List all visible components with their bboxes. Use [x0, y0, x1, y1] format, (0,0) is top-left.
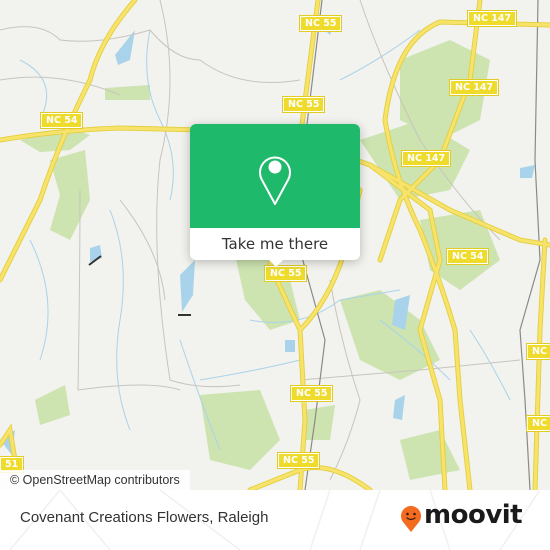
road-shield: NC 54 — [445, 248, 490, 265]
road-shield: NC 55 — [276, 452, 321, 469]
popup-pointer — [267, 258, 285, 267]
road-shield: NC — [526, 415, 550, 432]
moovit-wordmark: moovit — [424, 500, 523, 530]
road-shield: NC 147 — [466, 10, 518, 27]
location-popup[interactable]: Take me there — [190, 124, 360, 267]
map-view[interactable]: NC 55 NC 55 NC 54 NC 147 NC 147 NC 147 N… — [0, 0, 550, 490]
road-shield: NC 147 — [448, 79, 500, 96]
popup-header — [190, 124, 360, 228]
road-shield: NC 54 — [39, 112, 84, 129]
moovit-pin-icon — [401, 506, 421, 532]
take-me-there-button[interactable]: Take me there — [190, 228, 360, 260]
place-title: Covenant Creations Flowers, Raleigh — [20, 509, 269, 526]
map-attribution[interactable]: © OpenStreetMap contributors — [0, 470, 190, 490]
road-shield: NC 55 — [263, 265, 308, 282]
road-shield: NC 55 — [281, 96, 326, 113]
road-shield: NC — [526, 343, 550, 360]
road-shield: NC 55 — [289, 385, 334, 402]
road-shield: NC 55 — [298, 15, 343, 32]
road-shield: NC 147 — [400, 150, 452, 167]
dams — [88, 255, 191, 316]
footer: Covenant Creations Flowers, Raleigh moov… — [0, 490, 550, 550]
map-pin-icon — [259, 156, 291, 205]
